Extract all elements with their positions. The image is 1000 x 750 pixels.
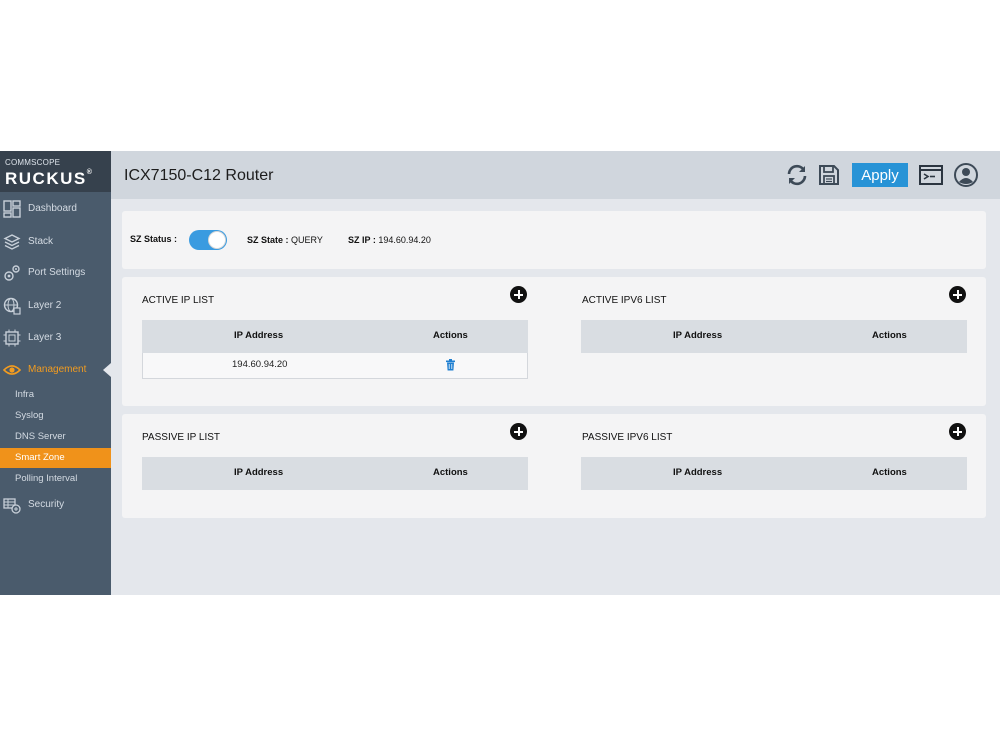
table-header: IP Address Actions — [142, 457, 528, 490]
sz-ip-value: 194.60.94.20 — [378, 235, 431, 245]
active-indicator — [103, 363, 111, 377]
sidebar-item-management[interactable]: Management — [0, 355, 111, 385]
sidebar-item-label: Port Settings — [28, 267, 86, 278]
refresh-icon[interactable] — [785, 163, 809, 187]
sz-status-label: SZ Status : — [130, 234, 178, 244]
app-window: COMMSCOPE RUCKUS® Dashboard Stack Port S… — [0, 151, 1000, 595]
sidebar-item-label: Management — [28, 364, 87, 375]
page-title: ICX7150-C12 Router — [124, 167, 274, 184]
sz-state-value: QUERY — [291, 235, 323, 245]
apply-button[interactable]: Apply — [852, 163, 908, 187]
add-active-ipv6-button[interactable] — [949, 286, 966, 303]
sidebar: COMMSCOPE RUCKUS® Dashboard Stack Port S… — [0, 151, 111, 595]
col-ip-address: IP Address — [673, 330, 723, 341]
layer2-icon — [3, 297, 21, 315]
sidebar-subitem-infra[interactable]: Infra — [0, 385, 111, 405]
active-lists-panel: ACTIVE IP LIST IP Address Actions 194.60… — [122, 277, 986, 406]
table-header: IP Address Actions — [581, 457, 967, 490]
active-ipv6-list-title: ACTIVE IPV6 LIST — [582, 295, 667, 306]
layer3-icon — [3, 329, 21, 347]
sz-ip: SZ IP : 194.60.94.20 — [348, 235, 431, 245]
stack-icon — [3, 234, 21, 250]
passive-ip-list-title: PASSIVE IP LIST — [142, 432, 220, 443]
brand-product: RUCKUS® — [5, 169, 92, 188]
terminal-icon[interactable] — [919, 163, 943, 187]
user-avatar-icon[interactable] — [954, 163, 978, 187]
sidebar-subitem-syslog[interactable]: Syslog — [0, 406, 111, 426]
sidebar-subitem-polling-interval[interactable]: Polling Interval — [0, 469, 111, 489]
passive-ipv6-table: IP Address Actions — [581, 457, 967, 490]
sidebar-item-label: Layer 3 — [28, 332, 62, 343]
sidebar-item-stack[interactable]: Stack — [0, 227, 111, 257]
col-actions: Actions — [433, 467, 468, 478]
port-settings-icon — [4, 265, 20, 281]
sidebar-item-label: Dashboard — [28, 203, 77, 214]
sz-status-toggle[interactable] — [189, 230, 227, 250]
sidebar-item-layer3[interactable]: Layer 3 — [0, 323, 111, 353]
col-ip-address: IP Address — [234, 467, 284, 478]
active-ipv6-table: IP Address Actions — [581, 320, 967, 353]
header-bar: ICX7150-C12 Router Apply — [111, 151, 1000, 199]
col-ip-address: IP Address — [673, 467, 723, 478]
passive-ip-table: IP Address Actions — [142, 457, 528, 490]
sidebar-subitem-dns-server[interactable]: DNS Server — [0, 427, 111, 447]
delete-icon[interactable] — [445, 359, 456, 371]
toggle-knob — [208, 231, 226, 249]
sidebar-subitem-smart-zone[interactable]: Smart Zone — [0, 448, 111, 468]
passive-lists-panel: PASSIVE IP LIST IP Address Actions PASSI… — [122, 414, 986, 518]
sidebar-item-dashboard[interactable]: Dashboard — [0, 194, 111, 224]
dashboard-icon — [3, 200, 21, 218]
col-actions: Actions — [872, 330, 907, 341]
active-ip-list-title: ACTIVE IP LIST — [142, 295, 215, 306]
passive-ipv6-list-title: PASSIVE IPV6 LIST — [582, 432, 673, 443]
col-actions: Actions — [433, 330, 468, 341]
save-icon[interactable] — [817, 163, 841, 187]
sidebar-item-port-settings[interactable]: Port Settings — [0, 258, 111, 288]
row-ip-address: 194.60.94.20 — [232, 359, 288, 370]
add-active-ip-button[interactable] — [510, 286, 527, 303]
sz-state: SZ State : QUERY — [247, 235, 323, 245]
table-header: IP Address Actions — [142, 320, 528, 353]
security-icon — [3, 498, 21, 514]
col-actions: Actions — [872, 467, 907, 478]
sidebar-item-label: Security — [28, 499, 65, 510]
sidebar-item-layer2[interactable]: Layer 2 — [0, 291, 111, 321]
eye-icon — [3, 365, 21, 375]
add-passive-ipv6-button[interactable] — [949, 423, 966, 440]
sidebar-item-security[interactable]: Security — [0, 490, 111, 520]
active-ip-table: IP Address Actions 194.60.94.20 — [142, 320, 528, 379]
brand-logo: COMMSCOPE RUCKUS® — [0, 151, 111, 192]
brand-company: COMMSCOPE — [5, 158, 61, 167]
sidebar-item-label: Stack — [28, 236, 54, 247]
table-row: 194.60.94.20 — [142, 353, 528, 379]
sz-status-panel: SZ Status : SZ State : QUERY SZ IP : 194… — [122, 211, 986, 269]
table-header: IP Address Actions — [581, 320, 967, 353]
add-passive-ip-button[interactable] — [510, 423, 527, 440]
sidebar-item-label: Layer 2 — [28, 300, 62, 311]
col-ip-address: IP Address — [234, 330, 284, 341]
